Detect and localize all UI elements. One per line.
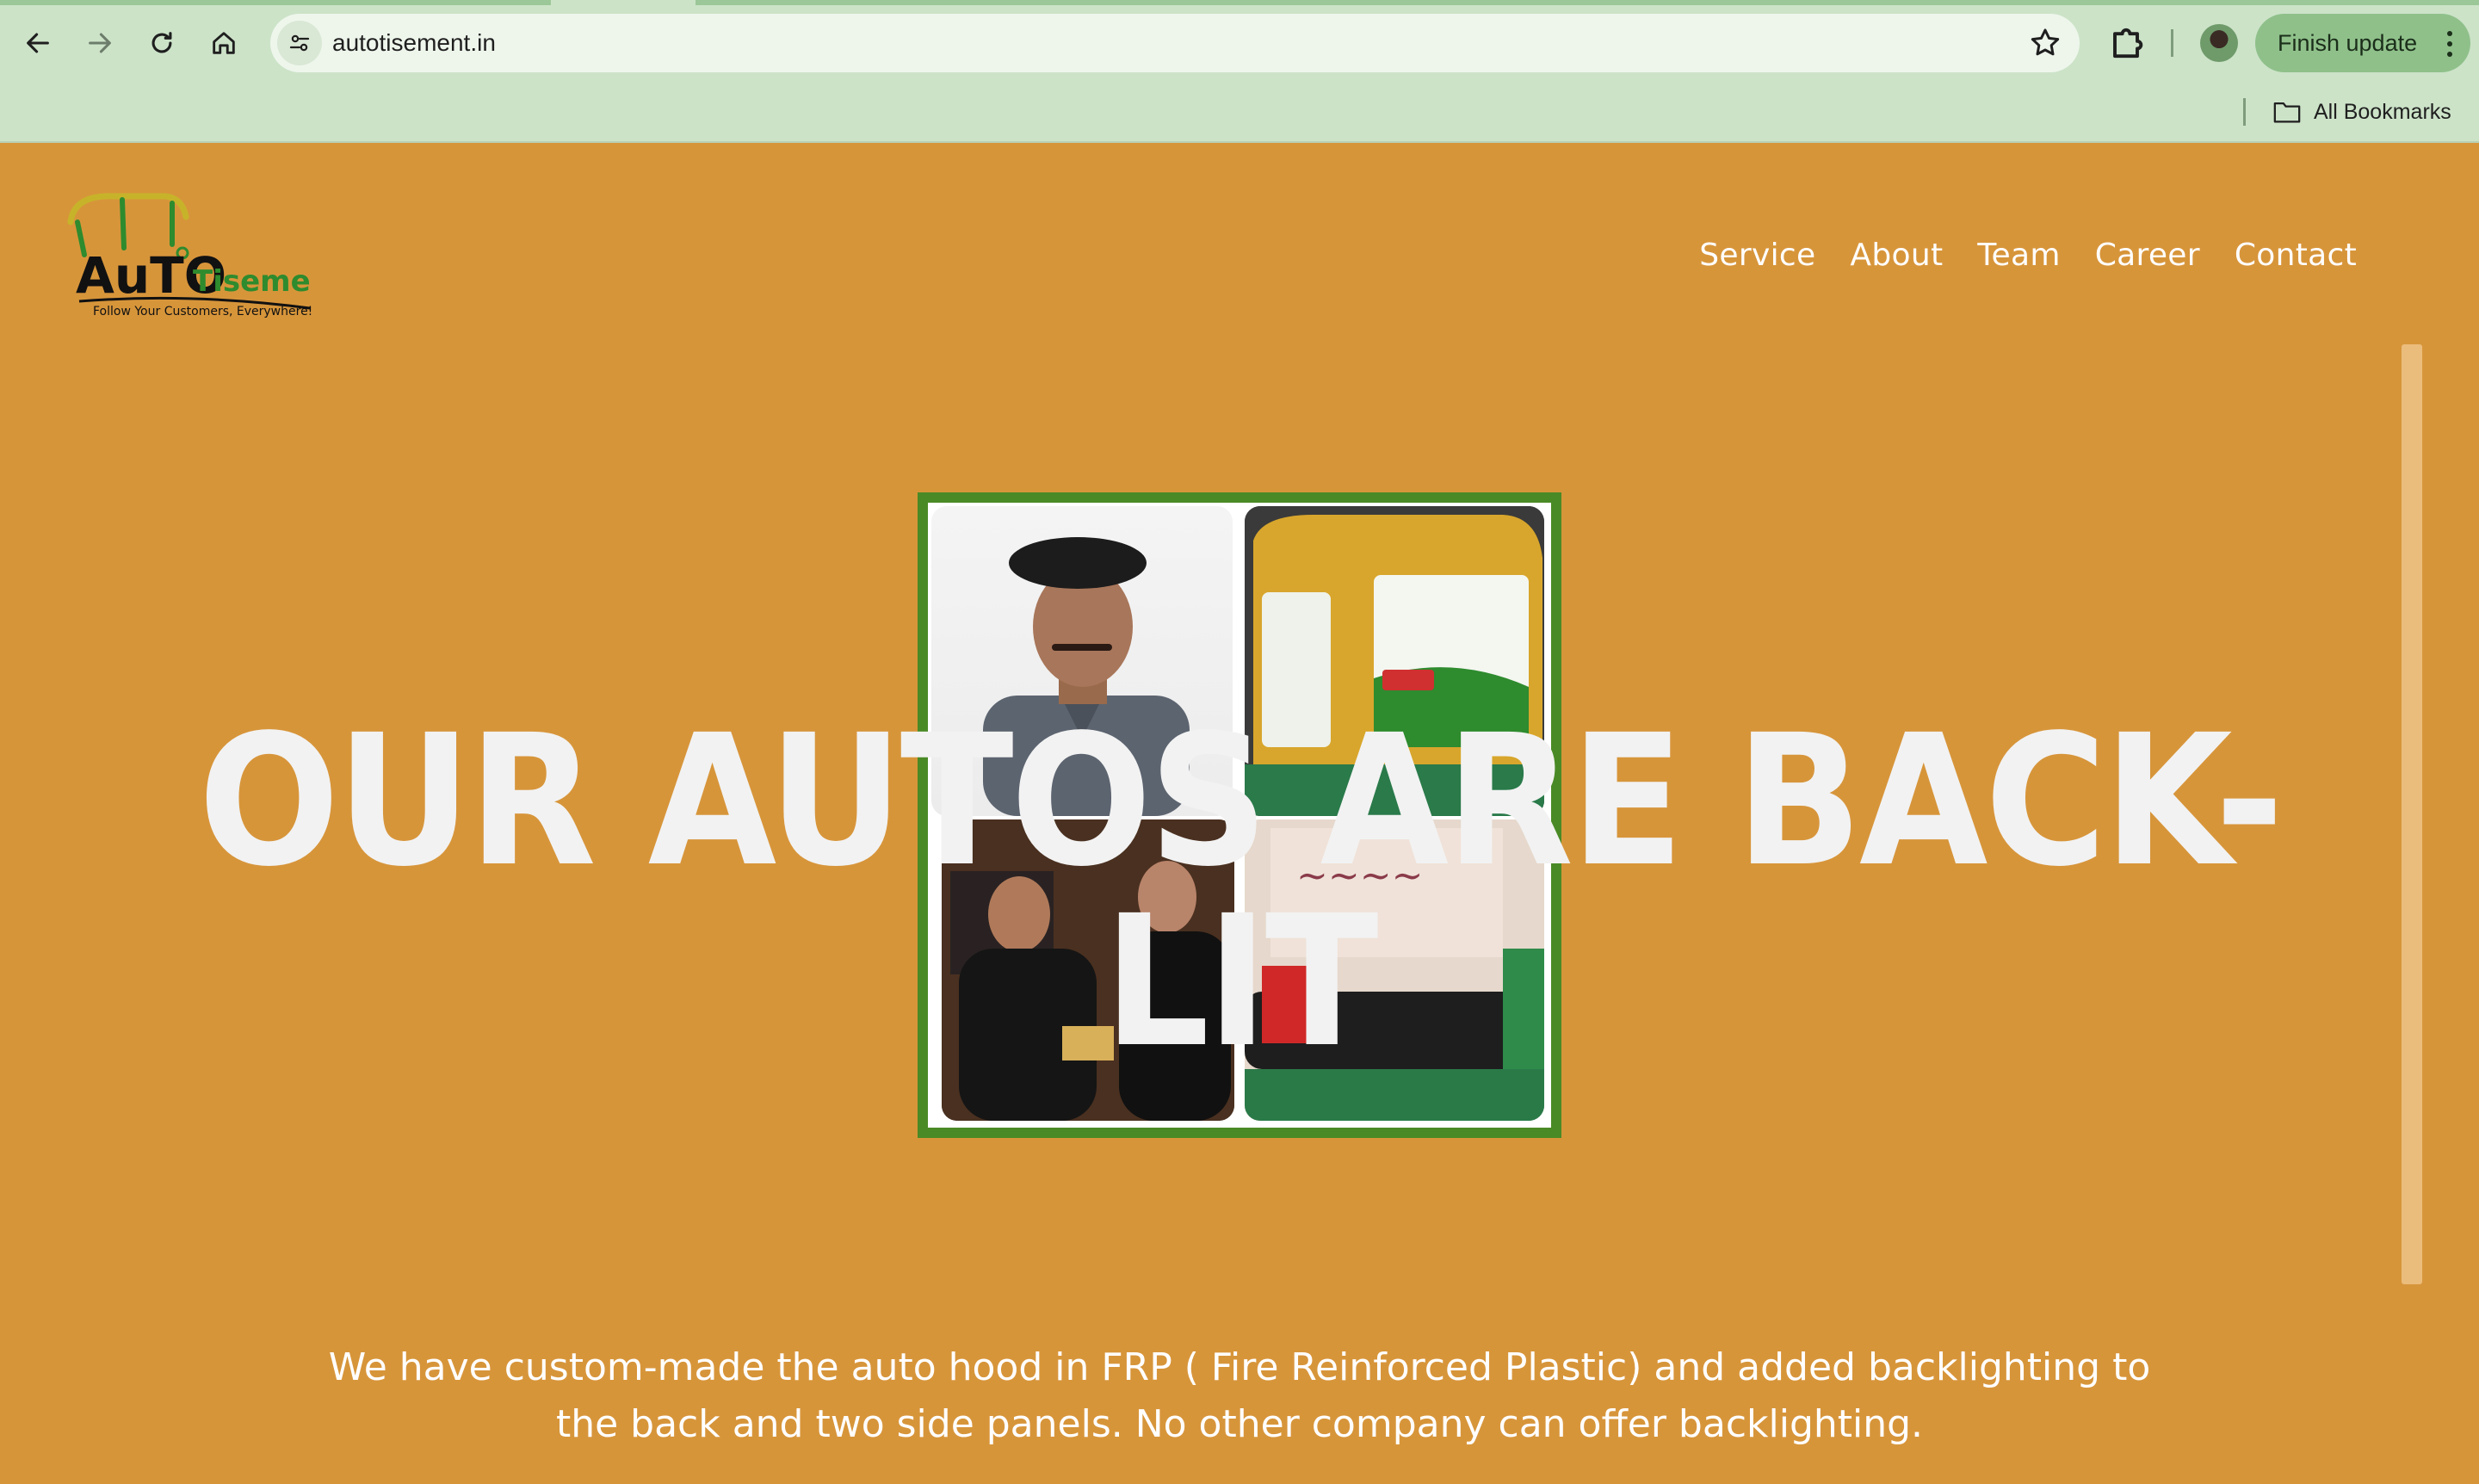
back-button[interactable]: [12, 17, 64, 69]
page-scrollbar[interactable]: [2402, 344, 2422, 1284]
nav-about[interactable]: About: [1850, 238, 1943, 273]
site-info-button[interactable]: [277, 21, 322, 65]
finish-update-button[interactable]: Finish update: [2255, 14, 2470, 72]
nav-service[interactable]: Service: [1699, 238, 1815, 273]
tab-indicator: [0, 0, 551, 5]
home-button[interactable]: [198, 17, 250, 69]
browser-chrome: autotisement.in Finish update All Bookma…: [0, 0, 2479, 143]
reload-icon: [151, 32, 172, 53]
extensions-puzzle-icon[interactable]: [2104, 21, 2148, 65]
logo-tagline: Follow Your Customers, Everywhere!: [93, 305, 312, 318]
profile-avatar[interactable]: [2200, 24, 2238, 62]
bookmark-star-icon[interactable]: [2028, 26, 2062, 60]
nav-contact[interactable]: Contact: [2235, 238, 2357, 273]
url-text[interactable]: autotisement.in: [332, 14, 496, 72]
folder-icon: [2273, 102, 2301, 123]
address-bar[interactable]: autotisement.in: [270, 14, 2080, 72]
tab-indicator: [695, 0, 2479, 5]
toolbar-divider: [2171, 29, 2173, 57]
finish-update-label: Finish update: [2278, 29, 2418, 56]
all-bookmarks-button[interactable]: All Bookmarks: [2272, 93, 2451, 131]
reload-button[interactable]: [136, 17, 188, 69]
home-icon: [213, 32, 235, 54]
hero-title: OUR AUTOS ARE BACK-LIT: [198, 696, 2284, 1087]
nav-career[interactable]: Career: [2095, 238, 2200, 273]
hero-description: We have custom-made the auto hood in FRP…: [328, 1345, 2151, 1446]
back-arrow-icon: [27, 33, 49, 53]
web-page: AuTO Tisement Follow Your Customers, Eve…: [0, 143, 2479, 1484]
nav-team[interactable]: Team: [1977, 238, 2060, 273]
all-bookmarks-label: All Bookmarks: [2314, 99, 2451, 124]
more-menu-icon: [2446, 31, 2453, 57]
main-nav: Service About Team Career Contact: [1699, 238, 2357, 273]
forward-arrow-icon: [89, 33, 111, 53]
forward-button[interactable]: [74, 17, 126, 69]
logo-wordmark-secondary: Tisement: [193, 264, 312, 299]
bookmarks-divider: [2243, 98, 2246, 126]
autotisement-logo[interactable]: AuTO Tisement Follow Your Customers, Eve…: [62, 191, 312, 320]
tune-icon: [289, 34, 310, 52]
